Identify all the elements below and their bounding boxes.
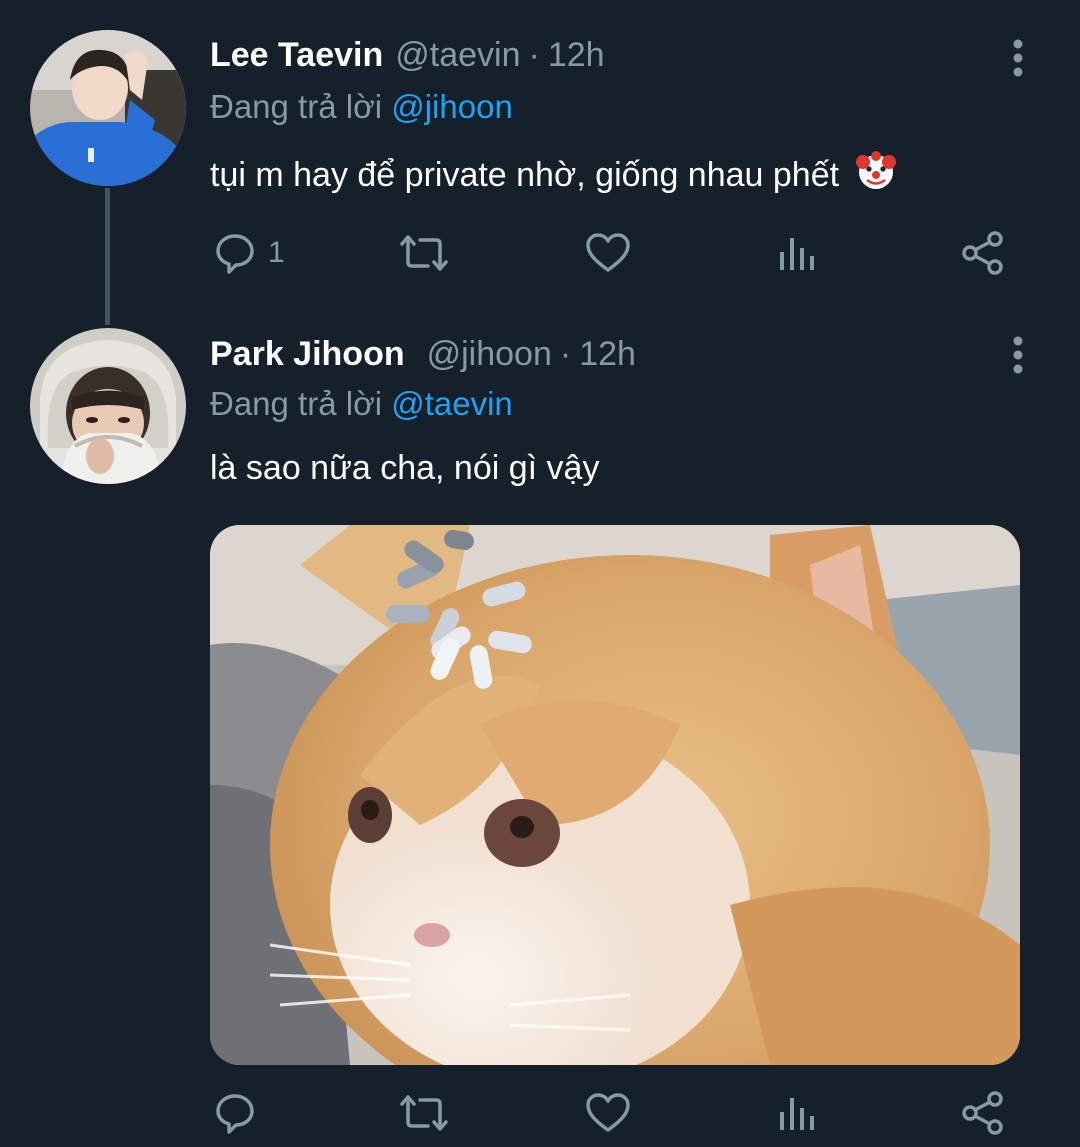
mention-link[interactable]: @taevin — [391, 385, 513, 422]
tweet[interactable]: Park Jihoon @jihoon · 12h Đang trả lời @… — [0, 325, 1080, 1147]
heart-icon — [586, 233, 630, 272]
replying-to: Đang trả lời @taevin — [210, 385, 513, 423]
retweet-button[interactable] — [396, 228, 452, 278]
tweet-image-cat[interactable] — [210, 525, 1020, 1065]
tweet-actions — [210, 1088, 1010, 1138]
tweet[interactable]: Lee Taevin @taevin · 12h Đang trả lời @j… — [0, 0, 1080, 325]
avatar[interactable] — [30, 328, 186, 484]
share-icon — [962, 1091, 1003, 1135]
analytics-button[interactable] — [776, 228, 820, 278]
reply-button[interactable]: 1 — [212, 228, 285, 278]
bar-chart-icon — [780, 238, 814, 270]
author-name[interactable]: Lee Taevin — [210, 36, 383, 75]
retweet-icon — [400, 235, 448, 271]
separator-dot: · — [559, 335, 572, 373]
speech-bubble-icon — [216, 234, 254, 274]
like-button[interactable] — [584, 228, 632, 278]
separator-dot: · — [528, 36, 540, 74]
more-options-button[interactable] — [1008, 335, 1028, 375]
tweet-text-content: là sao nữa cha, nói gì vậy — [210, 449, 600, 487]
avatar[interactable] — [30, 30, 186, 186]
timestamp[interactable]: 12h — [579, 335, 636, 374]
speech-bubble-icon — [216, 1094, 254, 1134]
share-button[interactable] — [960, 228, 1006, 278]
like-button[interactable] — [584, 1088, 632, 1138]
tweet-header: Park Jihoon @jihoon · 12h — [210, 335, 636, 385]
reply-count: 1 — [268, 236, 285, 269]
tweet-actions: 1 — [210, 228, 1010, 278]
replying-to: Đang trả lời @jihoon — [210, 88, 513, 126]
author-handle[interactable]: @jihoon — [427, 335, 552, 374]
author-handle[interactable]: @taevin — [395, 36, 520, 75]
replying-to-label: Đang trả lời — [210, 88, 383, 125]
clown-face-emoji — [855, 150, 897, 192]
mention-link[interactable]: @jihoon — [391, 88, 513, 125]
bar-chart-icon — [780, 1098, 814, 1130]
vertical-dots-icon — [1013, 336, 1023, 374]
reply-button[interactable] — [212, 1088, 268, 1138]
author-name[interactable]: Park Jihoon — [210, 335, 405, 374]
analytics-button[interactable] — [776, 1088, 820, 1138]
more-options-button[interactable] — [1008, 38, 1028, 78]
tweet-text: tụi m hay để private nhờ, giống nhau phế… — [210, 150, 897, 195]
cat-photo — [210, 525, 1020, 1065]
replying-to-label: Đang trả lời — [210, 385, 383, 422]
tweet-text-content: tụi m hay để private nhờ, giống nhau phế… — [210, 156, 840, 194]
retweet-button[interactable] — [396, 1088, 452, 1138]
tweet-header: Lee Taevin @taevin · 12h — [210, 36, 605, 86]
heart-icon — [586, 1093, 630, 1132]
thread-connector-line — [105, 188, 110, 325]
share-icon — [962, 231, 1003, 275]
tweet-text: là sao nữa cha, nói gì vậy — [210, 449, 599, 488]
vertical-dots-icon — [1013, 39, 1023, 77]
share-button[interactable] — [960, 1088, 1006, 1138]
timestamp[interactable]: 12h — [548, 36, 605, 75]
retweet-icon — [400, 1095, 448, 1131]
